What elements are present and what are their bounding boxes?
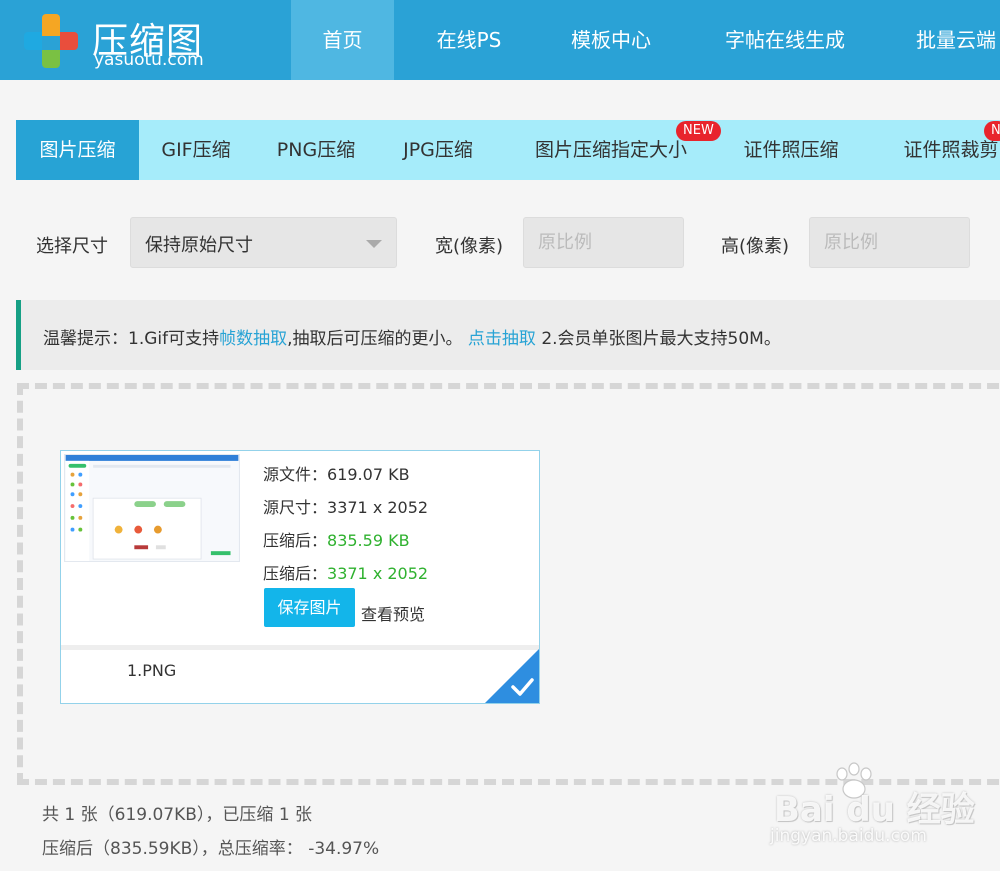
- source-file-info: 源文件：619.07 KB: [263, 461, 410, 485]
- source-size-info: 源尺寸：3371 x 2052: [263, 494, 428, 518]
- file-result-card: 源文件：619.07 KB 源尺寸：3371 x 2052 压缩后：835.59…: [60, 450, 540, 704]
- watermark-text: Bai du 经验: [774, 790, 975, 830]
- compressed-file-label: 压缩后：: [263, 531, 328, 550]
- tip-prefix: 温馨提示：1.Gif可支持: [43, 329, 220, 349]
- save-image-button[interactable]: 保存图片: [264, 588, 355, 627]
- top-navbar: 压缩图 yasuotu.com 首页 在线PS 模板中心 字帖在线生成 批量云端: [0, 0, 1000, 80]
- frame-extract-link[interactable]: 帧数抽取: [219, 329, 287, 349]
- new-badge: NEW: [676, 121, 721, 141]
- nav-online-ps[interactable]: 在线PS: [414, 0, 524, 80]
- click-extract-link[interactable]: 点击抽取: [468, 329, 536, 349]
- tip-suffix: 2.会员单张图片最大支持50M。: [541, 329, 781, 349]
- size-select[interactable]: 保持原始尺寸: [130, 217, 397, 268]
- card-divider: [61, 645, 539, 650]
- tab-gif-compress[interactable]: GIF压缩: [139, 120, 253, 180]
- nav-template-center[interactable]: 模板中心: [556, 0, 666, 80]
- height-input[interactable]: [809, 217, 970, 268]
- nav-home[interactable]: 首页: [291, 0, 394, 80]
- nav-copybook-generator[interactable]: 字帖在线生成: [712, 0, 858, 80]
- tip-middle: ,抽取后可压缩的更小。: [287, 329, 463, 349]
- compressed-size-info: 压缩后：3371 x 2052: [263, 560, 428, 584]
- tab-image-compress[interactable]: 图片压缩: [16, 120, 139, 180]
- watermark-url: jingyan.baidu.com: [770, 826, 927, 846]
- summary-compressed: 压缩后（835.59KB），总压缩率： -34.97%: [42, 839, 380, 859]
- compressed-size-value: 3371 x 2052: [327, 564, 429, 583]
- site-logo[interactable]: 压缩图 yasuotu.com: [22, 12, 222, 72]
- logo-subtitle: yasuotu.com: [94, 50, 204, 70]
- chevron-down-icon: [366, 240, 382, 248]
- nav-batch-cloud[interactable]: 批量云端: [904, 0, 1000, 80]
- preview-button[interactable]: 查看预览: [361, 601, 425, 625]
- tab-id-photo-crop[interactable]: 证件照裁剪: [884, 120, 1000, 180]
- file-name: 1.PNG: [127, 661, 177, 680]
- tip-notice: 温馨提示：1.Gif可支持帧数抽取,抽取后可压缩的更小。 点击抽取 2.会员单张…: [16, 300, 1000, 370]
- compressed-file-value: 835.59 KB: [327, 531, 410, 550]
- tab-id-photo-compress[interactable]: 证件照压缩: [728, 120, 854, 180]
- image-thumbnail[interactable]: [64, 454, 240, 562]
- tab-compress-specified-size[interactable]: 图片压缩指定大小: [521, 120, 701, 180]
- checkmark-icon[interactable]: [485, 649, 539, 703]
- source-file-value: 619.07 KB: [327, 465, 410, 484]
- size-label: 选择尺寸: [36, 236, 108, 257]
- width-label: 宽(像素): [435, 236, 504, 257]
- tip-text: 温馨提示：1.Gif可支持帧数抽取,抽取后可压缩的更小。 点击抽取 2.会员单张…: [43, 324, 781, 349]
- compressed-file-info: 压缩后：835.59 KB: [263, 527, 410, 551]
- width-input[interactable]: [523, 217, 684, 268]
- baidu-watermark: Bai du 经验 jingyan.baidu.com: [768, 762, 988, 858]
- source-file-label: 源文件：: [263, 465, 328, 484]
- source-size-label: 源尺寸：: [263, 498, 328, 517]
- height-label: 高(像素): [721, 236, 790, 257]
- tab-png-compress[interactable]: PNG压缩: [253, 120, 379, 180]
- compress-type-tabs: 图片压缩 GIF压缩 PNG压缩 JPG压缩 图片压缩指定大小 证件照压缩 证件…: [16, 120, 1000, 180]
- logo-cross-icon: [24, 14, 78, 68]
- compressed-size-label: 压缩后：: [263, 564, 328, 583]
- source-size-value: 3371 x 2052: [327, 498, 429, 517]
- summary-total: 共 1 张（619.07KB），已压缩 1 张: [42, 805, 313, 825]
- new-badge: N: [984, 121, 1000, 141]
- tab-jpg-compress[interactable]: JPG压缩: [379, 120, 497, 180]
- size-select-value: 保持原始尺寸: [145, 235, 253, 256]
